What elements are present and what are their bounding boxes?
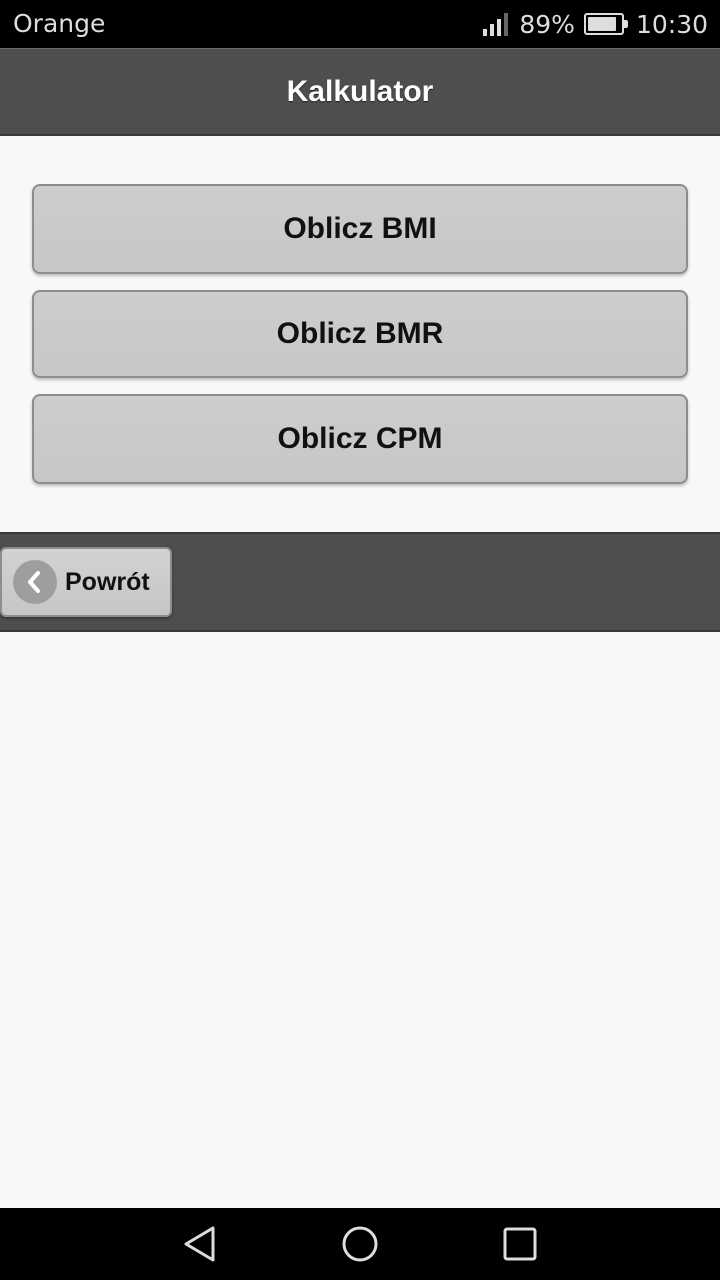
footer-bar: Powrót	[0, 532, 720, 632]
back-button[interactable]: Powrót	[0, 547, 172, 617]
calculate-cpm-button[interactable]: Oblicz CPM	[32, 394, 688, 484]
battery-icon	[583, 13, 628, 35]
header-bar: Kalkulator	[0, 48, 720, 136]
back-button-label: Powrót	[65, 567, 150, 596]
battery-percent: 89%	[519, 9, 575, 39]
chevron-left-icon	[13, 560, 57, 604]
signal-icon	[483, 12, 511, 36]
clock: 10:30	[635, 9, 708, 39]
nav-home-icon[interactable]	[340, 1224, 380, 1264]
main-content: Oblicz BMI Oblicz BMR Oblicz CPM	[0, 136, 720, 532]
page-title: Kalkulator	[286, 74, 434, 108]
carrier-name: Orange	[13, 9, 106, 38]
status-icons: 89% 10:30	[483, 9, 708, 39]
battery-level	[587, 17, 616, 31]
status-bar: Orange 89% 10:30	[0, 0, 720, 48]
nav-recent-apps-icon[interactable]	[500, 1224, 540, 1264]
calculate-bmi-button[interactable]: Oblicz BMI	[32, 184, 688, 274]
nav-back-icon[interactable]	[180, 1224, 220, 1264]
calculate-bmr-button[interactable]: Oblicz BMR	[32, 290, 688, 378]
system-navigation-bar	[0, 1208, 720, 1280]
